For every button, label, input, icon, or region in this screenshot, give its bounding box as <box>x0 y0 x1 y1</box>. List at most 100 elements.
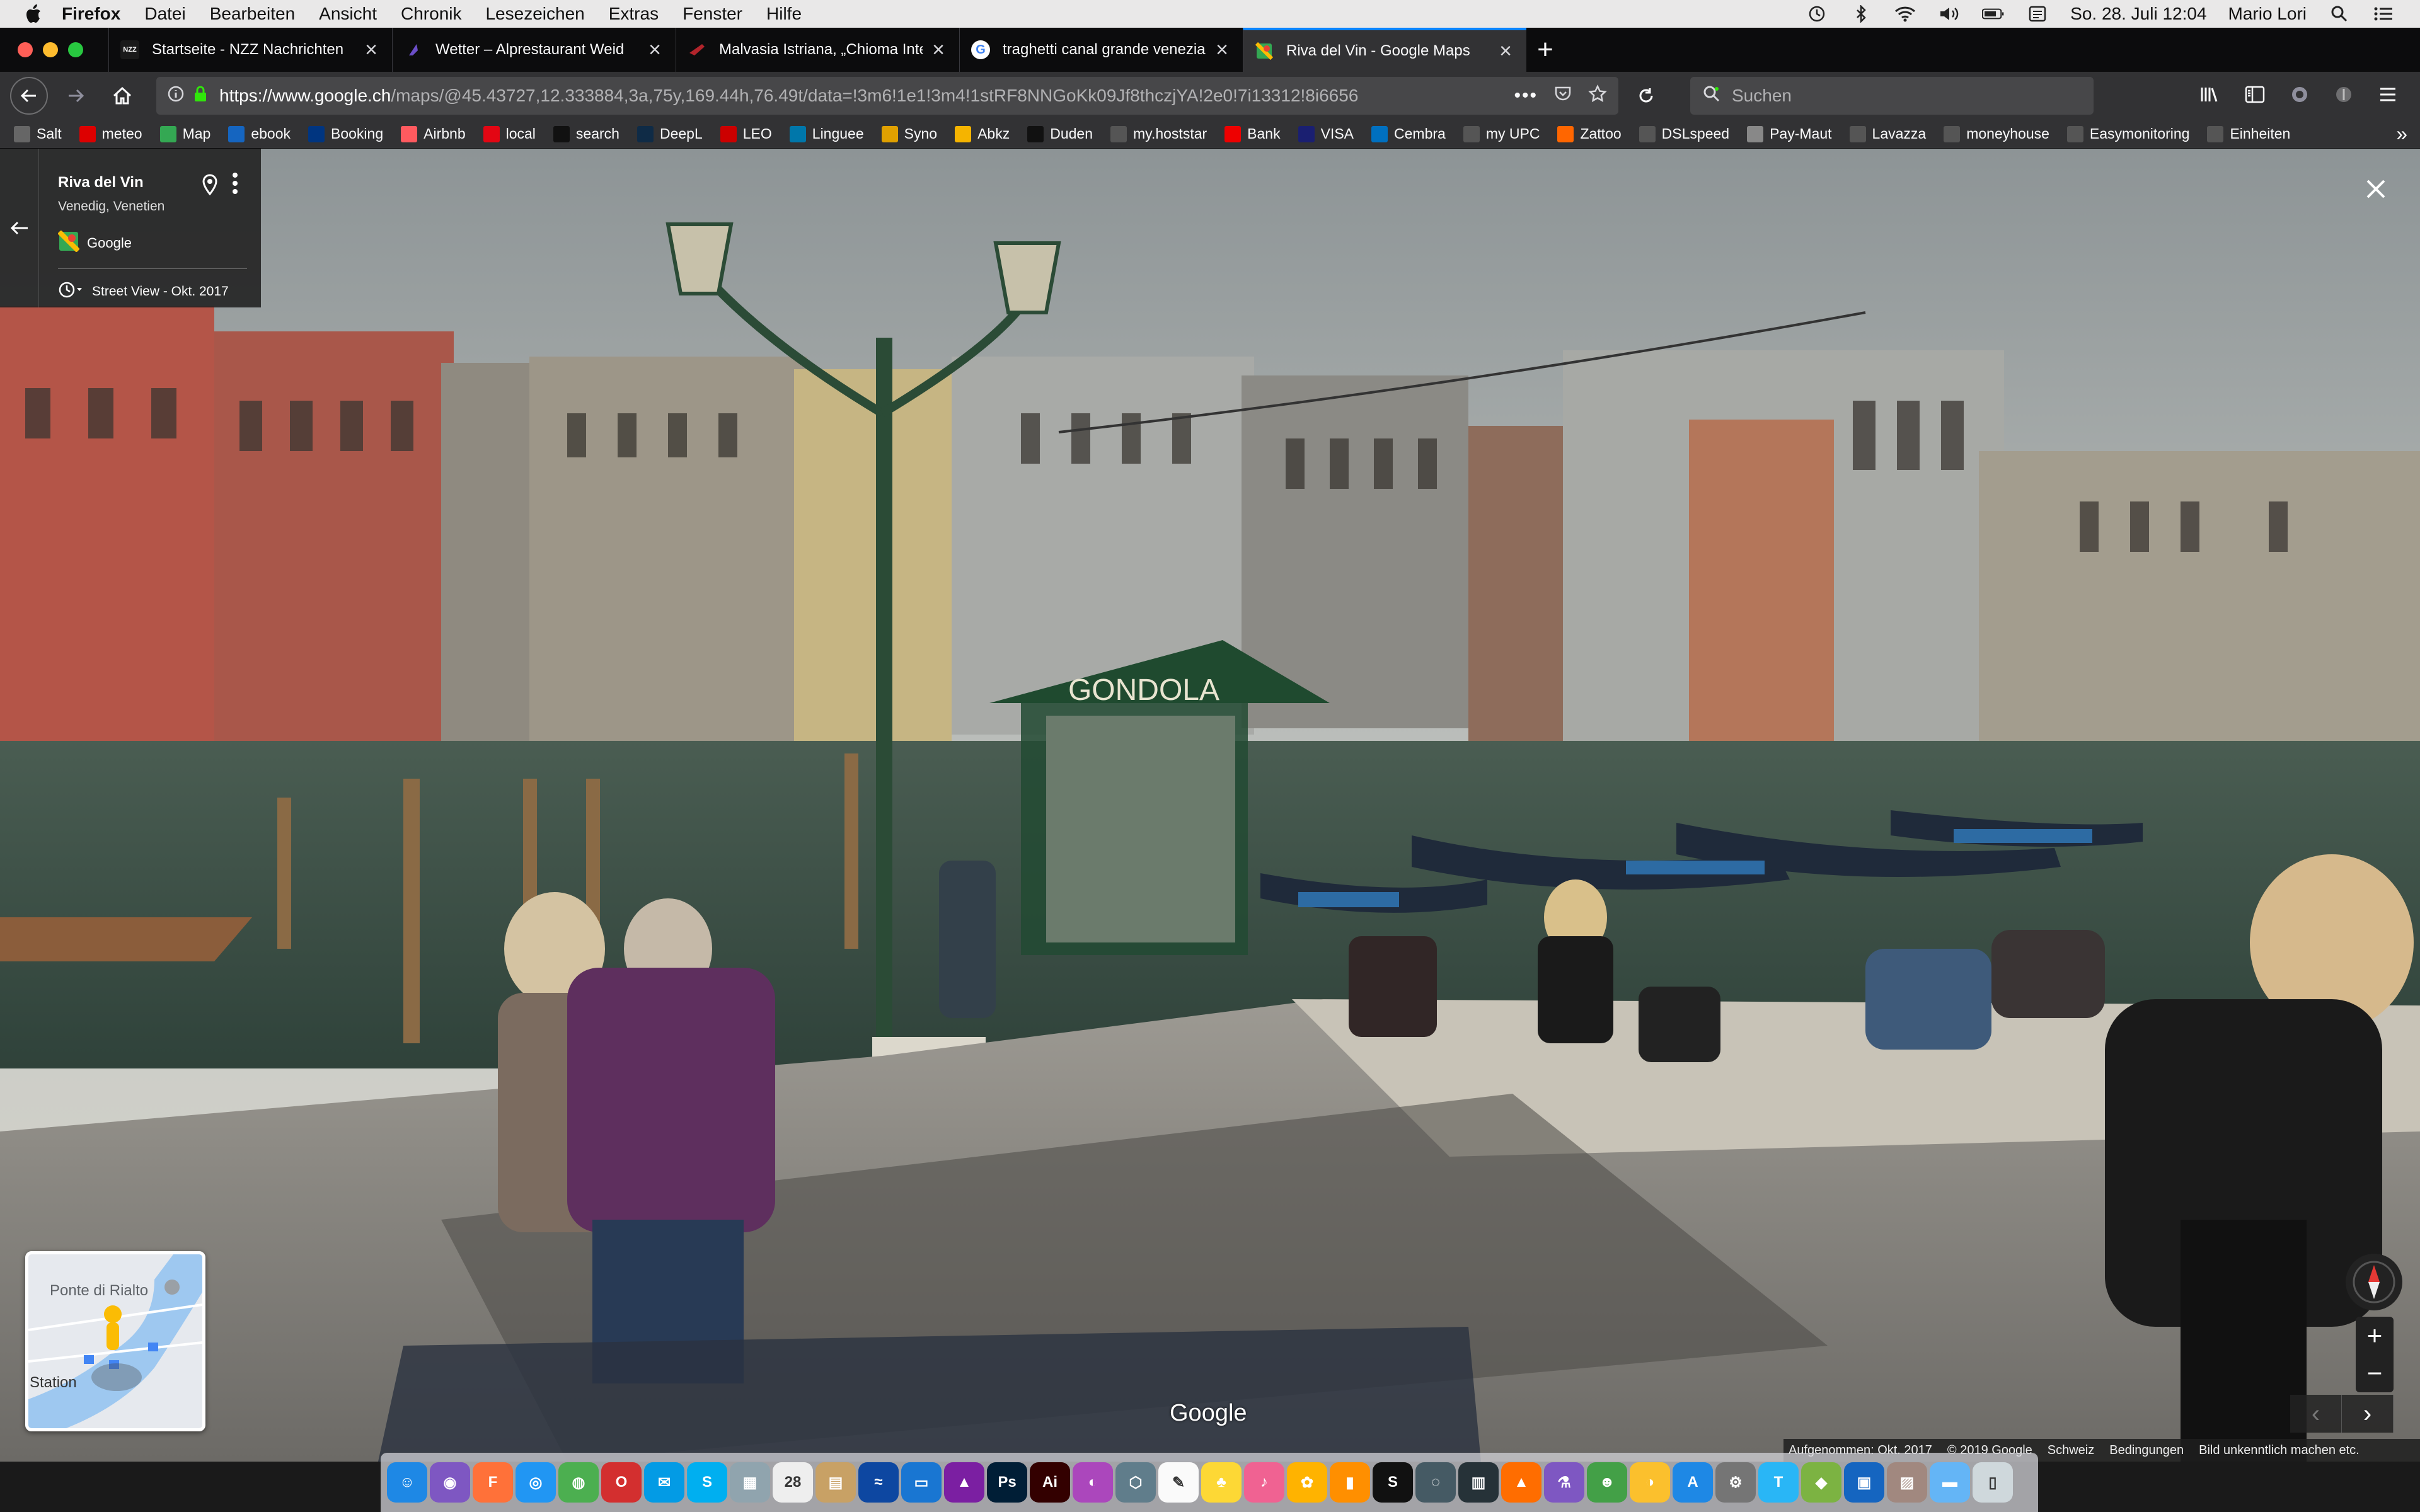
bookmark-zattoo[interactable]: Zattoo <box>1557 125 1622 142</box>
dock-app-icon[interactable]: ▥ <box>1458 1462 1499 1503</box>
library-icon[interactable] <box>2199 85 2220 107</box>
dock-cyberduck-icon[interactable]: ♣ <box>1201 1462 1242 1503</box>
dock-app-icon[interactable]: ▣ <box>1844 1462 1884 1503</box>
bookmark-salt[interactable]: Salt <box>14 125 62 142</box>
dock-affinity-icon[interactable]: ▲ <box>944 1462 984 1503</box>
bookmark-abkz[interactable]: Abkz <box>955 125 1010 142</box>
bookmark-cembra[interactable]: Cembra <box>1371 125 1446 142</box>
bookmark-search[interactable]: search <box>553 125 619 142</box>
dock-app-icon[interactable]: ◐ <box>1073 1462 1113 1503</box>
dock-app-icon[interactable]: T <box>1758 1462 1799 1503</box>
dock-safari-icon[interactable]: ◎ <box>516 1462 556 1503</box>
menu-bearbeiten[interactable]: Bearbeiten <box>210 4 295 24</box>
dock-app-icon[interactable]: ⬡ <box>1115 1462 1156 1503</box>
home-button[interactable] <box>103 77 141 115</box>
dock-app-icon[interactable]: ◌ <box>1415 1462 1456 1503</box>
bookmark-syno[interactable]: Syno <box>881 125 937 142</box>
dock-finder-icon[interactable]: ☺ <box>387 1462 427 1503</box>
account-icon[interactable] <box>2334 85 2353 107</box>
dock-vlc-icon[interactable]: ▲ <box>1501 1462 1541 1503</box>
bookmark-my-hoststar[interactable]: my.hoststar <box>1110 125 1207 142</box>
close-window-button[interactable] <box>18 42 33 57</box>
bookmark-map[interactable]: Map <box>159 125 210 142</box>
menu-ansicht[interactable]: Ansicht <box>319 4 377 24</box>
menu-hilfe[interactable]: Hilfe <box>766 4 802 24</box>
street-view-panorama[interactable]: GONDOLA <box>0 149 2420 1462</box>
menu-extras[interactable]: Extras <box>609 4 659 24</box>
dock-chrome-icon[interactable]: ◍ <box>558 1462 599 1503</box>
dock-app-icon[interactable]: ≈ <box>858 1462 899 1503</box>
dock-books-icon[interactable]: ▮ <box>1330 1462 1370 1503</box>
reload-button[interactable] <box>1627 77 1665 115</box>
dock-siri-icon[interactable]: ◉ <box>430 1462 470 1503</box>
dock-notes-icon[interactable]: ▤ <box>815 1462 856 1503</box>
close-street-view-button[interactable] <box>2357 170 2395 208</box>
bookmark-bank[interactable]: Bank <box>1224 125 1281 142</box>
dock-calendar-icon[interactable]: 28 <box>773 1462 813 1503</box>
notification-center-icon[interactable] <box>2372 5 2395 23</box>
volume-icon[interactable] <box>1938 5 1961 23</box>
compass-button[interactable] <box>2346 1254 2402 1310</box>
menu-fenster[interactable]: Fenster <box>683 4 742 24</box>
zoom-window-button[interactable] <box>68 42 83 57</box>
wifi-icon[interactable] <box>1894 5 1916 23</box>
tab-wetter[interactable]: Wetter – Alprestaurant Weid × <box>392 28 676 72</box>
dock-keynote-icon[interactable]: ▭ <box>901 1462 942 1503</box>
site-info-icon[interactable] <box>168 86 184 106</box>
dock-sonos-icon[interactable]: S <box>1373 1462 1413 1503</box>
pocket-icon[interactable] <box>1554 86 1572 106</box>
minimize-window-button[interactable] <box>43 42 58 57</box>
dock-illustrator-icon[interactable]: Ai <box>1030 1462 1070 1503</box>
bookmark-visa[interactable]: VISA <box>1298 125 1354 142</box>
bookmark-lavazza[interactable]: Lavazza <box>1849 125 1926 142</box>
url-bar[interactable]: https://www.google.ch/maps/@45.43727,12.… <box>156 77 1618 115</box>
tab-google-maps[interactable]: Riva del Vin - Google Maps × <box>1243 28 1526 72</box>
dock-skype-icon[interactable]: S <box>687 1462 727 1503</box>
menubar-clock[interactable]: So. 28. Juli 12:04 <box>2070 4 2206 24</box>
close-tab-icon[interactable]: × <box>1496 39 1515 63</box>
tab-nzz[interactable]: NZZ Startseite - NZZ Nachrichten × <box>108 28 392 72</box>
battery-icon[interactable] <box>1982 5 2005 23</box>
time-travel-button[interactable]: Street View - Okt. 2017 <box>58 281 229 302</box>
bookmark-duden[interactable]: Duden <box>1027 125 1093 142</box>
tab-traghetti[interactable]: G traghetti canal grande venezia × <box>959 28 1243 72</box>
bookmark-local[interactable]: local <box>483 125 536 142</box>
dock-preview-icon[interactable]: ▦ <box>730 1462 770 1503</box>
menu-app-name[interactable]: Firefox <box>62 4 120 24</box>
report-image-link[interactable]: Bild unkenntlich machen etc. <box>2199 1443 2360 1458</box>
dock-appstore-icon[interactable]: A <box>1673 1462 1713 1503</box>
more-options-icon[interactable] <box>232 171 238 198</box>
spotlight-search-icon[interactable] <box>2328 5 2351 23</box>
dock-photoshop-icon[interactable]: Ps <box>987 1462 1027 1503</box>
bookmarks-overflow-icon[interactable]: » <box>2396 122 2407 146</box>
bookmark-my-upc[interactable]: my UPC <box>1463 125 1540 142</box>
menubar-user[interactable]: Mario Lori <box>2228 4 2307 24</box>
dock-trash-icon[interactable]: ▯ <box>1973 1462 2013 1503</box>
menu-chronik[interactable]: Chronik <box>401 4 461 24</box>
menu-lesezeichen[interactable]: Lesezeichen <box>485 4 584 24</box>
terms-link[interactable]: Bedingungen <box>2109 1443 2184 1458</box>
bluetooth-icon[interactable] <box>1850 5 1872 23</box>
dock-app-icon[interactable]: ◑ <box>1630 1462 1670 1503</box>
dock-app-icon[interactable]: ✉ <box>644 1462 684 1503</box>
back-button[interactable] <box>10 77 48 115</box>
close-tab-icon[interactable]: × <box>1213 38 1231 62</box>
next-photo-button[interactable]: › <box>2342 1395 2394 1433</box>
forward-button[interactable] <box>57 77 95 115</box>
dock-music-icon[interactable]: ♪ <box>1244 1462 1284 1503</box>
apple-icon[interactable] <box>24 4 43 24</box>
dock-opera-icon[interactable]: O <box>601 1462 642 1503</box>
dock-settings-icon[interactable]: ⚙ <box>1715 1462 1756 1503</box>
bookmark-easymonitoring[interactable]: Easymonitoring <box>2066 125 2189 142</box>
dock-app-icon[interactable]: ⚗ <box>1544 1462 1584 1503</box>
bookmark-dslspeed[interactable]: DSLspeed <box>1639 125 1729 142</box>
bookmark-pay-maut[interactable]: Pay-Maut <box>1747 125 1832 142</box>
bookmark-airbnb[interactable]: Airbnb <box>401 125 466 142</box>
extension-icon[interactable] <box>2290 85 2309 107</box>
zoom-out-button[interactable]: − <box>2367 1358 2383 1389</box>
zoom-in-button[interactable]: + <box>2367 1320 2383 1351</box>
page-actions-icon[interactable]: ••• <box>1514 85 1538 106</box>
bookmark-meteo[interactable]: meteo <box>79 125 142 142</box>
bookmark-deepl[interactable]: DeepL <box>637 125 703 142</box>
provider-row[interactable]: Google <box>57 230 132 256</box>
